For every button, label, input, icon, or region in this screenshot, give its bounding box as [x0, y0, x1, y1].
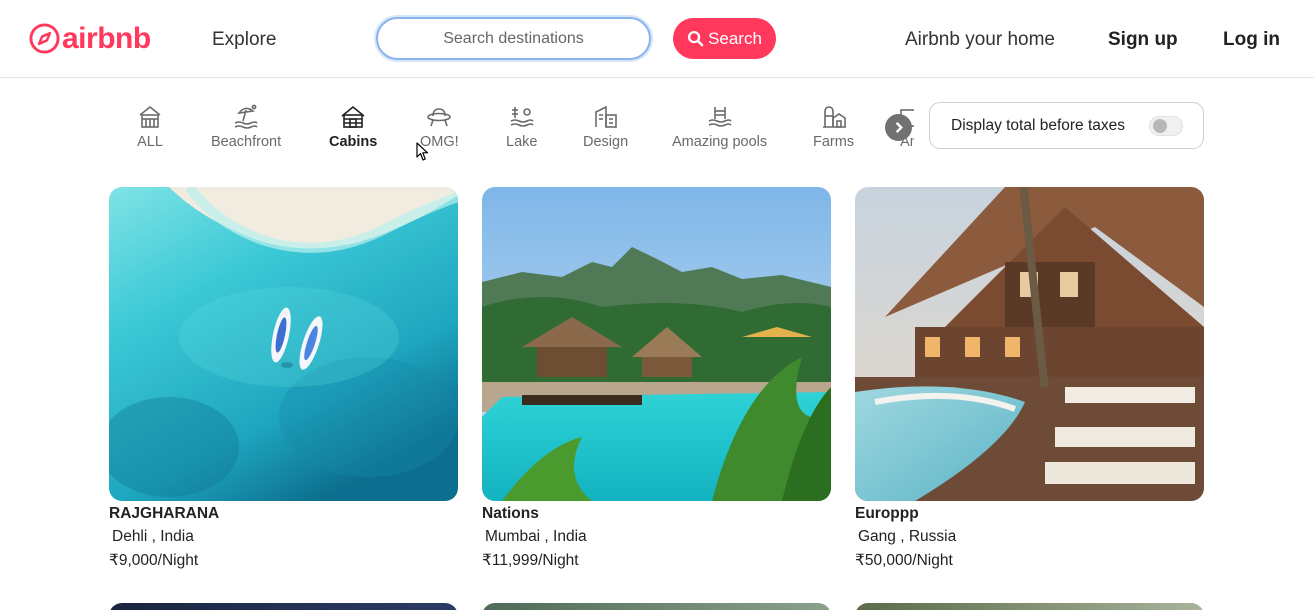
- listing-photo-art: [109, 187, 458, 501]
- category-label: Lake: [506, 134, 538, 150]
- category-all[interactable]: ALL: [137, 104, 163, 150]
- category-beachfront[interactable]: Beachfront: [211, 104, 281, 150]
- top-navbar: airbnb Explore Search Airbnb your home S…: [0, 0, 1314, 78]
- airbnb-your-home-link[interactable]: Airbnb your home: [905, 29, 1055, 51]
- listing-card-peek[interactable]: [482, 603, 831, 610]
- category-next-button[interactable]: [885, 114, 912, 141]
- mouse-cursor-icon: [416, 142, 429, 161]
- listing-card[interactable]: RAJGHARANA Dehli , India ₹9,000/Night: [109, 187, 458, 570]
- listing-photo-art: [482, 187, 831, 501]
- category-label: Farms: [813, 134, 855, 150]
- listing-photo-resort-pool[interactable]: [855, 187, 1204, 501]
- listing-price: ₹9,000/Night: [109, 552, 199, 569]
- log-in-link[interactable]: Log in: [1223, 29, 1280, 51]
- category-design[interactable]: Design: [583, 104, 628, 150]
- listing-card-peek[interactable]: [109, 603, 458, 610]
- listing-photo-tropical-pool[interactable]: [482, 187, 831, 501]
- chevron-right-icon: [895, 122, 903, 133]
- tax-toggle-switch[interactable]: [1149, 116, 1183, 136]
- listing-title: Europpp: [855, 505, 919, 522]
- ufo-icon: [427, 108, 452, 127]
- category-label: ALL: [137, 134, 163, 150]
- listing-location: Gang , Russia: [858, 528, 957, 545]
- category-farms[interactable]: Farms: [813, 104, 854, 150]
- listing-photo-art: [855, 187, 1204, 501]
- category-amazing-pools[interactable]: Amazing pools: [672, 104, 767, 150]
- tax-toggle-box[interactable]: Display total before taxes: [929, 102, 1204, 149]
- listing-title: Nations: [482, 505, 539, 522]
- sign-up-link[interactable]: Sign up: [1108, 29, 1178, 51]
- category-label: Amazing pools: [672, 134, 768, 150]
- listing-title: RAJGHARANA: [109, 505, 220, 522]
- category-label: Cabins: [329, 134, 378, 150]
- logo-text: airbnb: [62, 22, 151, 55]
- search-button-label: Search: [708, 28, 762, 48]
- category-cabins[interactable]: Cabins: [329, 104, 377, 150]
- listing-price: ₹11,999/Night: [482, 552, 579, 569]
- category-label: Beachfront: [211, 134, 282, 150]
- listing-card-peek[interactable]: [855, 603, 1204, 610]
- lake-icon: [510, 107, 534, 127]
- explore-link[interactable]: Explore: [212, 29, 276, 51]
- toggle-knob: [1153, 119, 1167, 133]
- listing-photo-beach-boats[interactable]: [109, 187, 458, 501]
- beach-umbrella-icon: [234, 104, 258, 129]
- airbnb-logo[interactable]: airbnb: [28, 22, 151, 55]
- pool-icon: [708, 107, 732, 127]
- tax-toggle-label: Display total before taxes: [951, 116, 1126, 134]
- category-lake[interactable]: Lake: [506, 104, 537, 150]
- house-icon: [139, 105, 161, 128]
- compass-logo-icon: [29, 23, 60, 54]
- cabin-icon: [341, 105, 365, 128]
- listing-card[interactable]: Europpp Gang , Russia ₹50,000/Night: [855, 187, 1204, 570]
- listing-location: Mumbai , India: [485, 528, 587, 545]
- search-input[interactable]: [376, 17, 651, 60]
- search-button[interactable]: Search: [673, 18, 776, 59]
- search-icon: [688, 30, 704, 47]
- category-label: Design: [583, 134, 629, 150]
- farm-icon: [822, 106, 846, 128]
- design-building-icon: [594, 105, 617, 128]
- listing-card[interactable]: Nations Mumbai , India ₹11,999/Night: [482, 187, 831, 570]
- listing-price: ₹50,000/Night: [855, 552, 953, 569]
- listing-location: Dehli , India: [112, 528, 194, 545]
